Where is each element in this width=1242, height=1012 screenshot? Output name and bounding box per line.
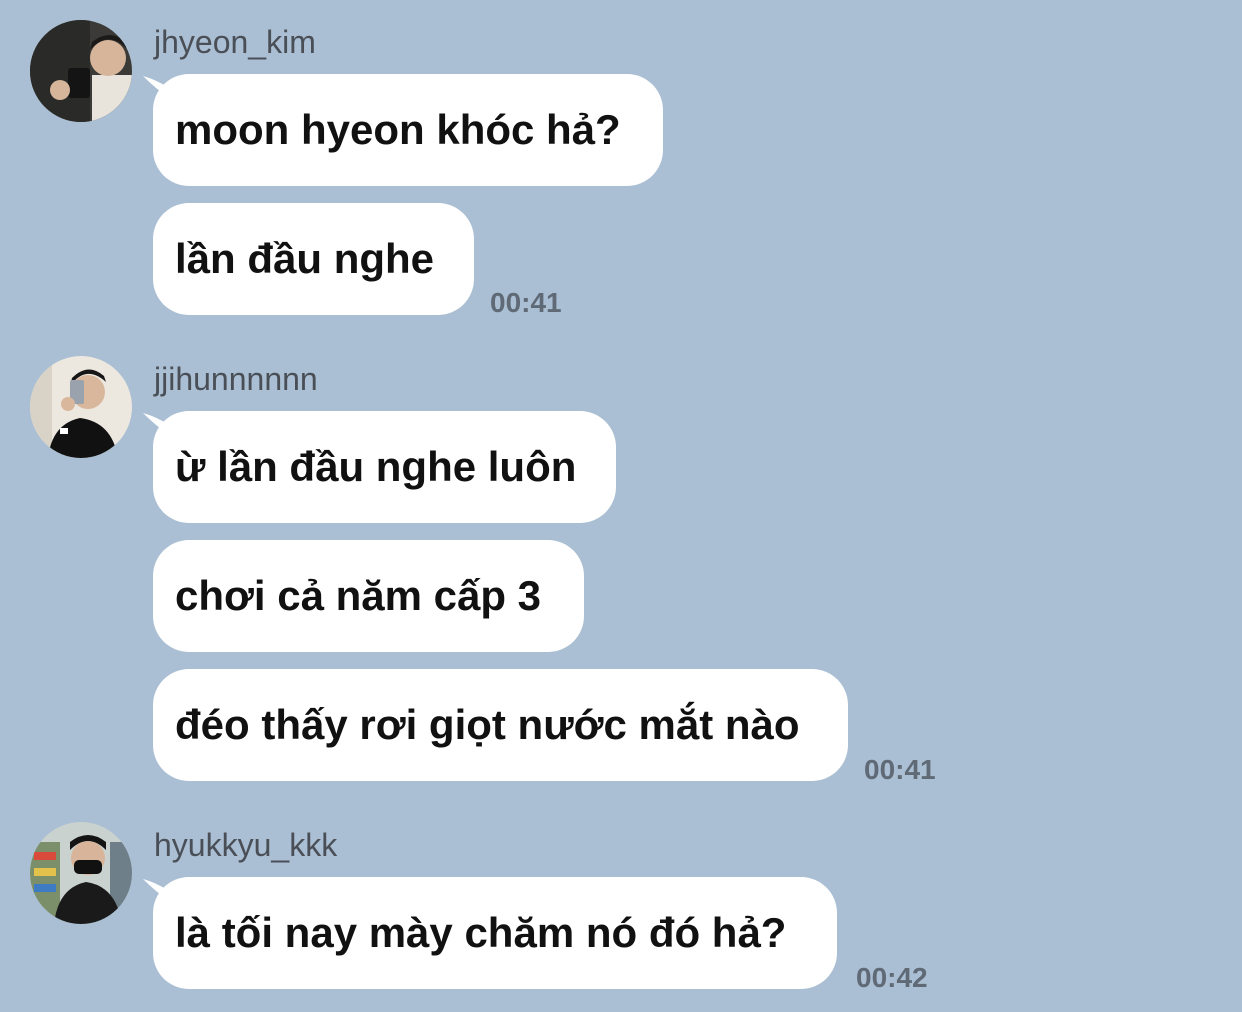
avatar[interactable]	[30, 822, 132, 924]
avatar[interactable]	[30, 20, 132, 122]
username[interactable]: hyukkyu_kkk	[154, 827, 337, 863]
username[interactable]: jhyeon_kim	[154, 24, 316, 60]
message-bubble[interactable]: là tối nay mày chăm nó đó hả?	[153, 877, 837, 989]
message-bubble[interactable]: đéo thấy rơi giọt nước mắt nào	[153, 669, 848, 781]
user-photo-icon	[30, 822, 132, 924]
user-photo-icon	[30, 20, 132, 122]
message-bubble[interactable]: chơi cả năm cấp 3	[153, 540, 584, 652]
message-bubble[interactable]: lần đầu nghe	[153, 203, 474, 315]
timestamp: 00:41	[864, 754, 936, 785]
username[interactable]: jjihunnnnnn	[154, 361, 318, 397]
avatar[interactable]	[30, 356, 132, 458]
message-bubble[interactable]: ừ lần đầu nghe luôn	[153, 411, 616, 523]
user-photo-icon	[30, 356, 132, 458]
timestamp: 00:41	[490, 287, 562, 318]
timestamp: 00:42	[856, 962, 928, 993]
message-bubble[interactable]: moon hyeon khóc hả?	[153, 74, 663, 186]
